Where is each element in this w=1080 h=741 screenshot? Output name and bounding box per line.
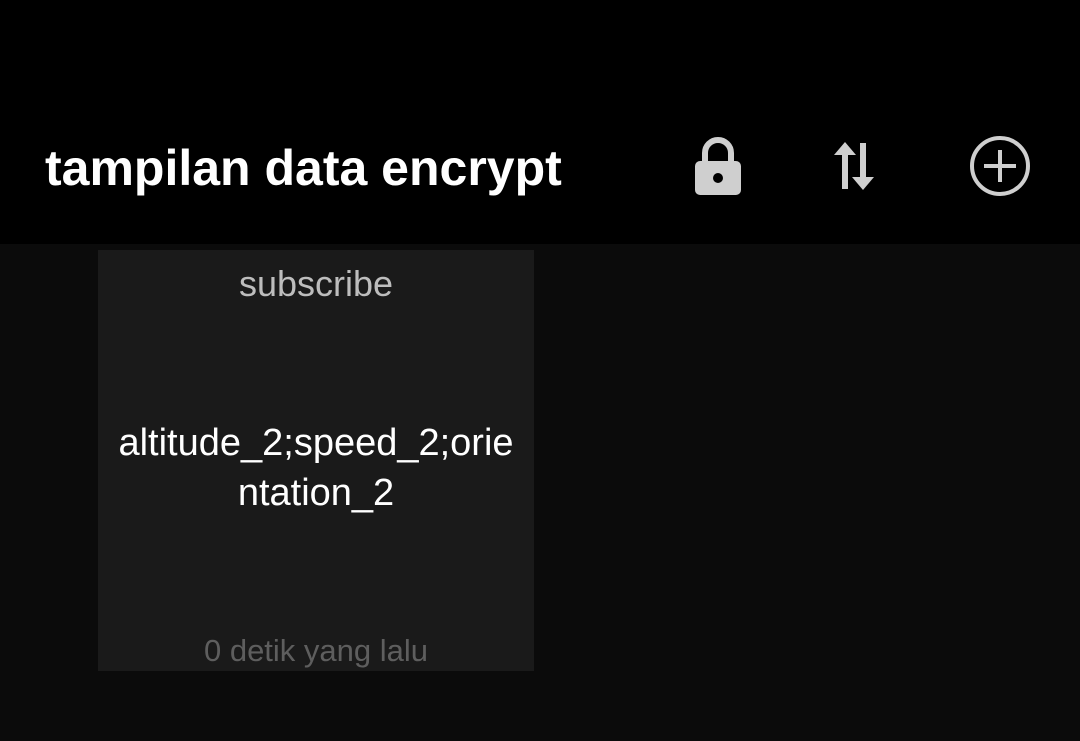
sort-button[interactable] bbox=[816, 128, 892, 204]
card-timestamp: 0 detik yang lalu bbox=[203, 633, 429, 668]
message-list: subscribe altitude_2;speed_2;orientation… bbox=[0, 244, 1080, 741]
lock-icon bbox=[695, 137, 741, 195]
add-button[interactable] bbox=[962, 128, 1038, 204]
app-root: tampilan data encrypt subscribe altitude… bbox=[0, 0, 1080, 741]
app-bar: tampilan data encrypt bbox=[0, 0, 1080, 244]
add-circle-icon bbox=[970, 136, 1030, 196]
lock-button[interactable] bbox=[680, 128, 756, 204]
sort-arrows-icon bbox=[834, 142, 874, 190]
card-topic: subscribe bbox=[238, 263, 394, 304]
message-card[interactable]: subscribe altitude_2;speed_2;orientation… bbox=[98, 250, 534, 671]
page-title: tampilan data encrypt bbox=[45, 140, 562, 196]
card-message: altitude_2;speed_2;orientation_2 bbox=[118, 422, 514, 514]
